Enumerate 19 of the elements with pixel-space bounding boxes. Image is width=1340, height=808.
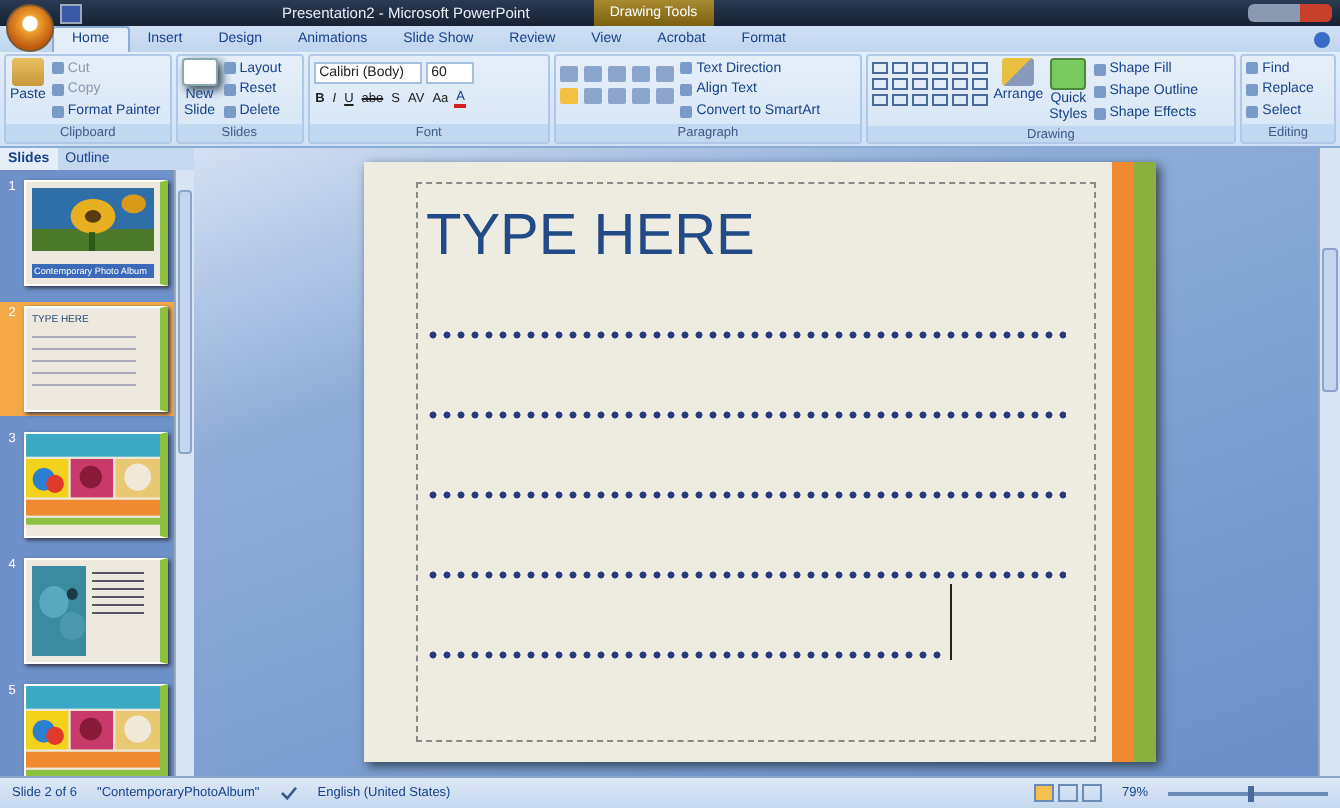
arrange-icon xyxy=(1002,58,1035,86)
zoom-slider-thumb[interactable] xyxy=(1248,785,1254,801)
scrollbar[interactable] xyxy=(1318,148,1340,776)
text-cursor xyxy=(950,584,952,660)
scrollbar[interactable] xyxy=(174,170,194,776)
window-controls[interactable] xyxy=(1248,4,1332,22)
text-placeholder[interactable]: TYPE HERE xyxy=(416,182,1096,742)
save-icon[interactable] xyxy=(60,3,82,23)
checkmark-icon[interactable] xyxy=(279,786,298,800)
slide-thumbnail[interactable] xyxy=(24,558,168,664)
view-buttons[interactable] xyxy=(1033,784,1102,802)
quick-styles-icon xyxy=(1050,58,1087,90)
slide-thumbnail[interactable] xyxy=(24,432,168,538)
slide-icon xyxy=(181,58,218,86)
office-button[interactable] xyxy=(6,4,54,52)
clipboard-icon xyxy=(11,58,44,86)
help-icon[interactable] xyxy=(1314,32,1330,48)
slide-thumbnail[interactable] xyxy=(24,684,168,776)
slide-title: TYPE HERE xyxy=(426,204,757,268)
